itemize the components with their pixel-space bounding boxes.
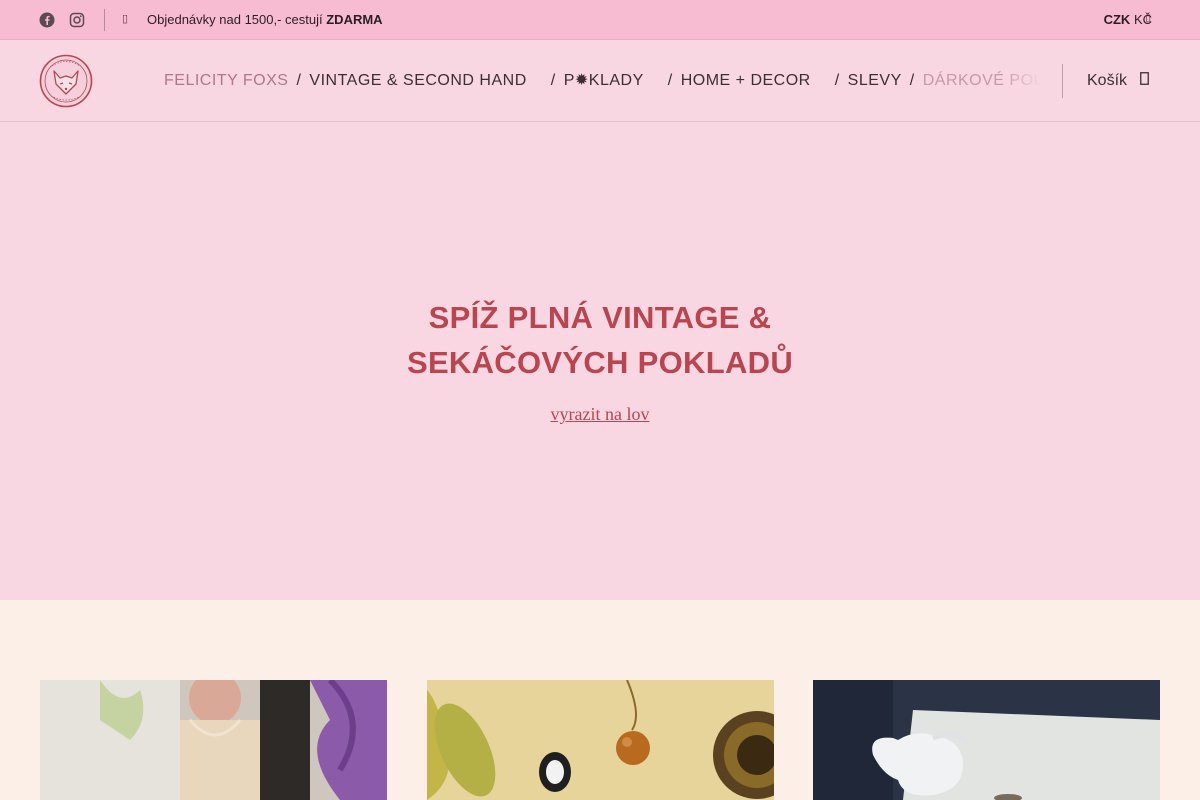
home-decor-photo: [813, 680, 1160, 800]
nav-separator: /: [667, 72, 673, 89]
cart-icon[interactable]: [1140, 72, 1149, 85]
category-tile-fashion[interactable]: [40, 680, 387, 800]
category-tile-jewelry[interactable]: [427, 680, 774, 800]
chevron-down-icon[interactable]: ▯: [1145, 13, 1151, 24]
top-bar: ▯ Objednávky nad 1500,- cestují ZDARMA C…: [0, 0, 1200, 40]
nav-separator: /: [296, 72, 302, 89]
jewelry-photo: [427, 680, 774, 800]
facebook-icon[interactable]: [38, 11, 56, 29]
hero-title-line-1: SPÍŽ PLNÁ VINTAGE &: [428, 300, 772, 335]
nav-items: FELICITY FOXS / VINTAGE & SECOND HAND / P✹KL…: [164, 70, 1042, 90]
hero-title: SPÍŽ PLNÁ VINTAGE & SEKÁČOVÝCH POKLADŮ: [300, 295, 900, 385]
nav-item-home-decor[interactable]: HOME + DECOR: [681, 72, 811, 90]
cart-link[interactable]: Košík: [1087, 72, 1127, 90]
nav-separator: /: [550, 72, 556, 89]
truck-icon: ▯: [122, 13, 129, 25]
nav-overflow-fade: [1002, 40, 1042, 120]
main-navigation: FELICITY FOXS / VINTAGE & SECOND HAND / P✹KL…: [164, 40, 1042, 120]
nav-item-felicity-foxs[interactable]: FELICITY FOXS: [164, 72, 288, 90]
promo-highlight: ZDARMA: [326, 12, 383, 27]
currency-code: CZK: [1103, 12, 1131, 27]
nav-item-slevy[interactable]: SLEVY: [848, 72, 902, 90]
nav-item-vintage-second-hand[interactable]: VINTAGE & SECOND HAND: [309, 72, 526, 90]
fox-logo[interactable]: [39, 54, 93, 108]
hero-cta-link[interactable]: vyrazit na lov: [500, 404, 700, 425]
topbar-divider: [104, 9, 105, 31]
header-divider: [1062, 64, 1063, 98]
category-tiles: [0, 600, 1200, 800]
fashion-photo: [40, 680, 387, 800]
nav-item-poklady[interactable]: P✹KLADY: [564, 70, 644, 90]
instagram-icon[interactable]: [68, 11, 86, 29]
nav-separator: /: [834, 72, 840, 89]
hero-banner: SPÍŽ PLNÁ VINTAGE & SEKÁČOVÝCH POKLADŮ v…: [0, 122, 1200, 600]
promo-text: Objednávky nad 1500,- cestují: [147, 12, 327, 27]
nav-separator: /: [909, 72, 915, 89]
category-tile-home-decor[interactable]: [813, 680, 1160, 800]
hero-title-line-2: SEKÁČOVÝCH POKLADŮ: [406, 345, 794, 380]
main-header: FELICITY FOXS / VINTAGE & SECOND HAND / P✹KL…: [0, 40, 1200, 122]
free-shipping-promo: Objednávky nad 1500,- cestují ZDARMA: [147, 12, 383, 27]
